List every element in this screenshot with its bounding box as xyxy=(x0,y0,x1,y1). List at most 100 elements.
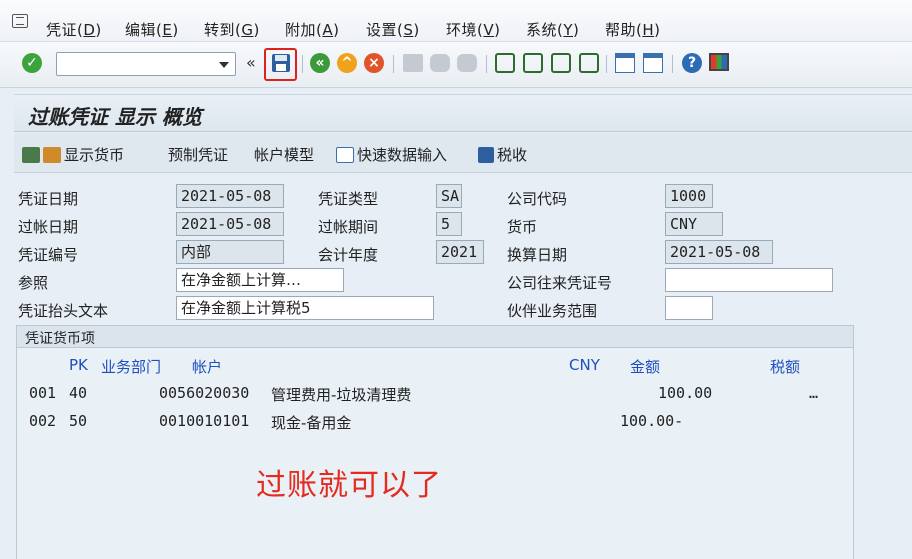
doc-number-field[interactable]: 内部 xyxy=(176,240,284,264)
row-posting-key: 50 xyxy=(69,412,88,430)
menu-extras[interactable]: 附加(A) xyxy=(285,19,339,40)
posting-date-field[interactable]: 2021-05-08 xyxy=(176,212,284,236)
account-model-label: 帐户模型 xyxy=(254,146,315,164)
cancel-icon[interactable]: × xyxy=(364,53,384,73)
reference-field[interactable]: 在净金额上计算… xyxy=(176,268,344,292)
last-page-icon[interactable] xyxy=(579,53,599,73)
park-document-label: 预制凭证 xyxy=(168,146,229,164)
row-tax: … xyxy=(809,384,819,402)
row-account[interactable]: 0056020030 xyxy=(159,384,249,402)
translation-date-field[interactable]: 2021-05-08 xyxy=(665,240,773,264)
row-account[interactable]: 0010010101 xyxy=(159,412,249,430)
header-text-label: 凭证抬头文本 xyxy=(18,302,109,320)
tax-button[interactable]: 税收 xyxy=(478,144,527,165)
application-toolbar: 显示货币 预制凭证 帐户模型 快速数据输入 税收 xyxy=(14,133,912,173)
tax-label: 税收 xyxy=(497,146,528,164)
menu-edit[interactable]: 编辑(E) xyxy=(125,19,179,40)
doc-type-field[interactable]: SA xyxy=(436,184,462,208)
new-session-icon[interactable] xyxy=(615,53,635,73)
find-icon[interactable] xyxy=(430,54,450,72)
exit-icon[interactable]: ^ xyxy=(337,53,357,73)
save-icon[interactable] xyxy=(271,53,291,73)
row-line-number: 002 xyxy=(29,412,57,430)
posting-date-label: 过帐日期 xyxy=(18,218,79,236)
toolbar-separator xyxy=(393,55,394,73)
fiscal-year-field[interactable]: 2021 xyxy=(436,240,484,264)
currency-icon xyxy=(43,146,61,163)
row-line-number: 001 xyxy=(29,384,57,402)
row-posting-key: 40 xyxy=(69,384,88,402)
find-next-icon[interactable] xyxy=(457,54,477,72)
line-items-panel: 凭证货币项 PK 业务部门 帐户 CNY 金额 税额 001 40 005602… xyxy=(16,325,854,559)
period-field[interactable]: 5 xyxy=(436,212,462,236)
menu-environment[interactable]: 环境(V) xyxy=(446,19,500,40)
fast-entry-label: 快速数据输入 xyxy=(357,146,448,164)
shortcut-icon[interactable] xyxy=(643,53,663,73)
show-currency-button[interactable]: 显示货币 xyxy=(22,144,124,165)
doc-date-label: 凭证日期 xyxy=(18,190,79,208)
column-header-account: 帐户 xyxy=(192,358,223,376)
row-account-text: 现金-备用金 xyxy=(271,414,352,432)
header-text-field[interactable]: 在净金额上计算税5 xyxy=(176,296,434,320)
show-currency-label: 显示货币 xyxy=(64,146,125,164)
trading-partner-label: 伙伴业务范围 xyxy=(507,302,598,320)
document-header-form: 凭证日期 2021-05-08 凭证类型 SA 公司代码 1000 过帐日期 2… xyxy=(14,174,912,559)
previous-page-icon[interactable] xyxy=(523,53,543,73)
currency-label: 货币 xyxy=(507,218,538,236)
toolbar-separator xyxy=(302,55,303,73)
red-annotation-text: 过账就可以了 xyxy=(256,468,442,503)
menu-help[interactable]: 帮助(H) xyxy=(605,19,661,40)
screen-title-bar: 过账凭证 显示 概览 xyxy=(14,94,912,132)
account-model-button[interactable]: 帐户模型 xyxy=(254,144,314,165)
row-account-text: 管理费用-垃圾清理费 xyxy=(271,386,412,404)
period-label: 过帐期间 xyxy=(318,218,379,236)
standard-toolbar: ✓ « « ^ × ? xyxy=(0,42,912,88)
print-icon[interactable] xyxy=(403,54,423,72)
chevron-down-icon[interactable] xyxy=(219,62,229,68)
line-items-title: 凭证货币项 xyxy=(25,331,95,347)
translation-date-label: 换算日期 xyxy=(507,246,568,264)
cross-company-doc-label: 公司往来凭证号 xyxy=(507,274,613,292)
column-header-amount: 金额 xyxy=(630,358,661,376)
display-icon xyxy=(22,146,40,163)
toolbar-separator xyxy=(606,55,607,73)
company-code-field[interactable]: 1000 xyxy=(665,184,713,208)
enter-check-icon[interactable]: ✓ xyxy=(22,53,42,73)
doc-number-label: 凭证编号 xyxy=(18,246,79,264)
line-items-panel-header: 凭证货币项 xyxy=(17,326,853,348)
park-document-button[interactable]: 预制凭证 xyxy=(168,144,228,165)
next-page-icon[interactable] xyxy=(551,53,571,73)
toolbar-separator xyxy=(672,55,673,73)
company-code-label: 公司代码 xyxy=(507,190,568,208)
row-amount: 100.00 xyxy=(658,384,713,402)
fast-entry-button[interactable]: 快速数据输入 xyxy=(336,144,447,165)
menu-bar: 凭证(D) 编辑(E) 转到(G) 附加(A) 设置(S) 环境(V) 系统(Y… xyxy=(0,0,912,42)
fast-entry-icon xyxy=(336,146,354,163)
menu-settings[interactable]: 设置(S) xyxy=(366,19,420,40)
row-amount: 100.00- xyxy=(620,412,684,430)
doc-type-label: 凭证类型 xyxy=(318,190,379,208)
menu-document[interactable]: 凭证(D) xyxy=(46,19,102,40)
fiscal-year-label: 会计年度 xyxy=(318,246,379,264)
toolbar-separator xyxy=(486,55,487,73)
cross-company-doc-field[interactable] xyxy=(665,268,833,292)
menu-toggle-icon[interactable] xyxy=(12,14,28,28)
menu-goto[interactable]: 转到(G) xyxy=(204,19,260,40)
column-header-currency: CNY xyxy=(569,356,600,374)
column-header-business-area: 业务部门 xyxy=(101,358,162,376)
column-header-tax: 税额 xyxy=(770,358,801,376)
command-field[interactable] xyxy=(56,52,236,76)
doc-date-field[interactable]: 2021-05-08 xyxy=(176,184,284,208)
back-icon[interactable]: « xyxy=(310,53,330,73)
history-icon[interactable]: « xyxy=(246,53,256,72)
first-page-icon[interactable] xyxy=(495,53,515,73)
reference-label: 参照 xyxy=(18,274,49,292)
help-icon[interactable]: ? xyxy=(682,53,702,73)
page-title: 过账凭证 显示 概览 xyxy=(28,105,202,129)
trading-partner-field[interactable] xyxy=(665,296,713,320)
currency-field[interactable]: CNY xyxy=(665,212,723,236)
column-header-pk: PK xyxy=(69,356,88,374)
info-icon xyxy=(478,146,494,163)
menu-system[interactable]: 系统(Y) xyxy=(526,19,579,40)
layout-menu-icon[interactable] xyxy=(709,53,729,71)
